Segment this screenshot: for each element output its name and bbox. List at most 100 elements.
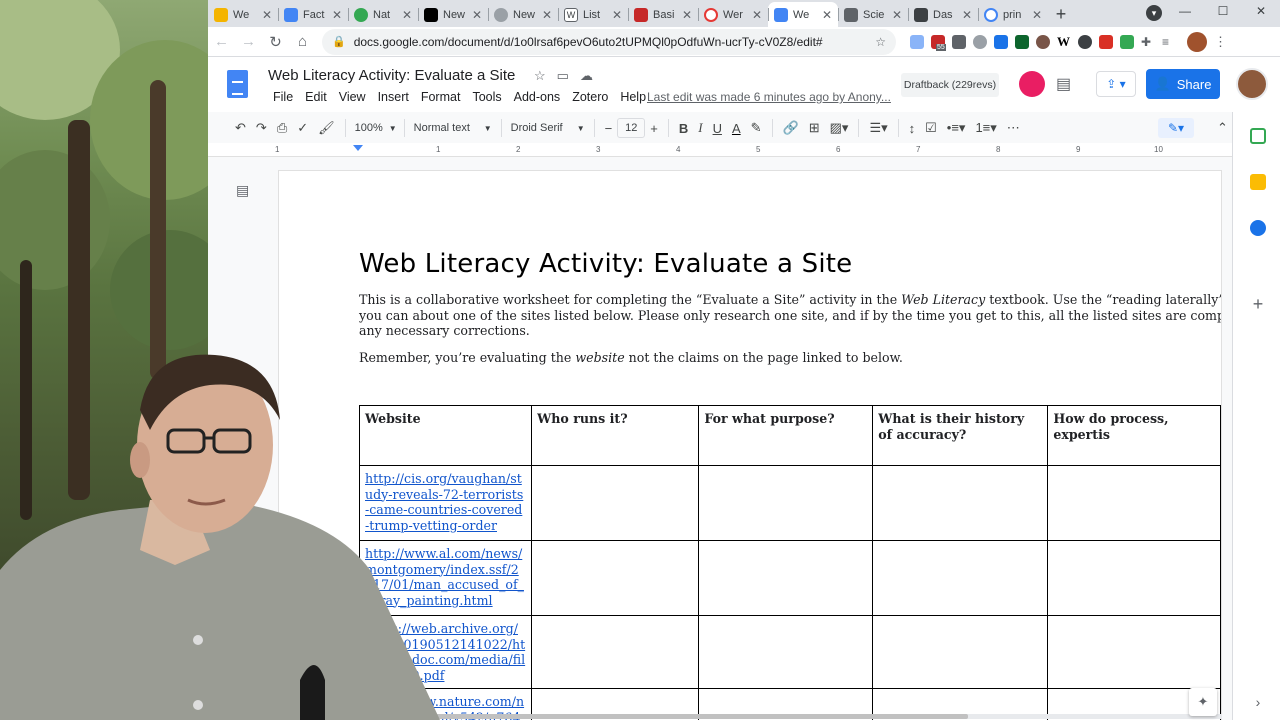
browser-tab[interactable]: New ✕ [488, 2, 558, 27]
browser-tab[interactable]: Basi ✕ [628, 2, 698, 27]
home-icon[interactable]: ⌂ [289, 33, 316, 50]
table-cell[interactable] [698, 540, 874, 616]
last-edit-link[interactable]: Last edit was made 6 minutes ago by Anon… [647, 90, 891, 104]
column-header-process[interactable]: How do process, expertis [1047, 405, 1221, 466]
chrome-menu-icon[interactable]: ⋮ [1214, 34, 1228, 49]
menu-add-ons[interactable]: Add-ons [508, 90, 567, 104]
collapse-menus-icon[interactable]: ⌃ [1212, 120, 1233, 136]
close-icon[interactable]: ✕ [892, 8, 902, 22]
maximize-icon[interactable]: ☐ [1204, 0, 1242, 22]
italic-icon[interactable]: I [693, 120, 707, 136]
menu-view[interactable]: View [333, 90, 372, 104]
extension-icon[interactable] [1078, 34, 1092, 49]
font-select[interactable]: Droid Serif ▼ [507, 122, 589, 134]
close-icon[interactable]: ✕ [472, 8, 482, 22]
increase-font-size-icon[interactable]: + [645, 121, 663, 136]
table-cell[interactable] [531, 465, 700, 541]
font-size-input[interactable]: 12 [617, 118, 646, 138]
editing-mode-pencil-icon[interactable]: ✎▾ [1158, 118, 1194, 138]
paint-format-icon[interactable]: 🖌 [313, 120, 340, 136]
reading-list-icon[interactable]: ≡ [1162, 35, 1176, 49]
column-header-purpose[interactable]: For what purpose? [698, 405, 874, 466]
checklist-icon[interactable]: ☑ [920, 120, 942, 136]
close-icon[interactable]: ✕ [682, 8, 692, 22]
zoom-select[interactable]: 100% ▼ [351, 122, 399, 134]
share-button[interactable]: 👤 Share [1146, 69, 1220, 99]
docs-extension-icon[interactable] [910, 34, 924, 49]
tab-search-icon[interactable]: ▾ [1146, 5, 1162, 21]
numbered-list-icon[interactable]: 1≡▾ [970, 120, 1001, 136]
table-cell[interactable] [1047, 465, 1221, 541]
close-icon[interactable]: ✕ [962, 8, 972, 22]
keep-icon[interactable] [1250, 174, 1266, 190]
table-cell[interactable] [698, 465, 874, 541]
browser-tab[interactable]: Nat ✕ [348, 2, 418, 27]
comment-icon[interactable]: ⊞ [804, 120, 825, 136]
browser-tab[interactable]: Wer ✕ [698, 2, 768, 27]
table-cell[interactable] [531, 540, 700, 616]
close-icon[interactable]: ✕ [542, 8, 552, 22]
close-icon[interactable]: ✕ [332, 8, 342, 22]
extension-icon[interactable] [973, 34, 987, 49]
underline-icon[interactable]: U [708, 121, 727, 136]
extension-icon[interactable] [1120, 34, 1134, 49]
close-icon[interactable]: ✕ [752, 8, 762, 22]
indent-marker[interactable] [353, 145, 363, 151]
extension-icon[interactable] [1036, 34, 1050, 49]
menu-zotero[interactable]: Zotero [566, 90, 614, 104]
draftback-button[interactable]: Draftback (229revs) [901, 73, 999, 97]
browser-tab-active[interactable]: We ✕ [768, 2, 838, 27]
docs-logo-icon[interactable] [227, 70, 248, 98]
browser-tab[interactable]: New ✕ [418, 2, 488, 27]
spellcheck-icon[interactable]: ✓ [292, 120, 313, 136]
document-title[interactable]: Web Literacy Activity: Evaluate a Site [268, 67, 515, 84]
url-field[interactable]: 🔒 docs.google.com/document/d/1o0lrsaf6pe… [322, 28, 896, 55]
browser-tab[interactable]: Fact ✕ [278, 2, 348, 27]
image-icon[interactable]: ▨▾ [825, 120, 854, 136]
bookmark-star-icon[interactable]: ☆ [875, 35, 886, 49]
present-button[interactable]: ⇪ ▾ [1096, 71, 1136, 97]
menu-edit[interactable]: Edit [299, 90, 333, 104]
extension-icon[interactable] [1015, 34, 1029, 49]
redo-icon[interactable]: ↷ [251, 120, 272, 136]
highlight-icon[interactable]: ✎ [746, 120, 767, 136]
bulleted-list-icon[interactable]: •≡▾ [942, 120, 971, 136]
table-cell[interactable] [872, 540, 1049, 616]
more-icon[interactable]: ⋯ [1002, 120, 1025, 136]
document-outline-icon[interactable]: ▤ [236, 182, 249, 199]
line-spacing-icon[interactable]: ↕ [904, 121, 921, 136]
decrease-font-size-icon[interactable]: − [600, 121, 618, 136]
comments-icon[interactable]: ▤ [1056, 74, 1071, 94]
scrollbar-thumb[interactable] [428, 714, 968, 719]
print-icon[interactable]: ⎙ [272, 120, 292, 136]
star-icon[interactable]: ☆ [534, 68, 546, 84]
minimize-icon[interactable]: — [1166, 0, 1204, 22]
table-cell[interactable] [1047, 540, 1221, 616]
calendar-icon[interactable] [1250, 128, 1266, 144]
wikipedia-extension-icon[interactable]: W [1057, 34, 1071, 49]
menu-tools[interactable]: Tools [466, 90, 507, 104]
reload-icon[interactable]: ↻ [262, 33, 289, 51]
bold-icon[interactable]: B [674, 121, 693, 136]
table-cell[interactable] [698, 615, 874, 689]
browser-tab[interactable]: We ✕ [208, 2, 278, 27]
menu-file[interactable]: File [267, 90, 299, 104]
menu-format[interactable]: Format [415, 90, 467, 104]
extension-icon-badge[interactable]: 55 [931, 34, 946, 51]
style-select[interactable]: Normal text ▼ [410, 122, 496, 134]
move-folder-icon[interactable]: ▭ [557, 68, 569, 84]
add-on-plus-icon[interactable]: + [1250, 295, 1266, 313]
chevron-right-icon[interactable]: › [1250, 694, 1266, 710]
align-icon[interactable]: ☰▾ [864, 120, 892, 136]
addon-avatar-icon[interactable] [1019, 71, 1045, 97]
extension-icon[interactable] [952, 34, 966, 49]
browser-tab[interactable]: prin ✕ [978, 2, 1048, 27]
browser-tab[interactable]: W List ✕ [558, 2, 628, 27]
browser-tab[interactable]: Scie ✕ [838, 2, 908, 27]
profile-avatar[interactable] [1187, 31, 1207, 52]
cloud-status-icon[interactable]: ☁ [580, 68, 593, 84]
browser-tab[interactable]: Das ✕ [908, 2, 978, 27]
close-icon[interactable]: ✕ [402, 8, 412, 22]
table-cell[interactable] [872, 465, 1049, 541]
window-close-icon[interactable]: ✕ [1242, 0, 1280, 22]
